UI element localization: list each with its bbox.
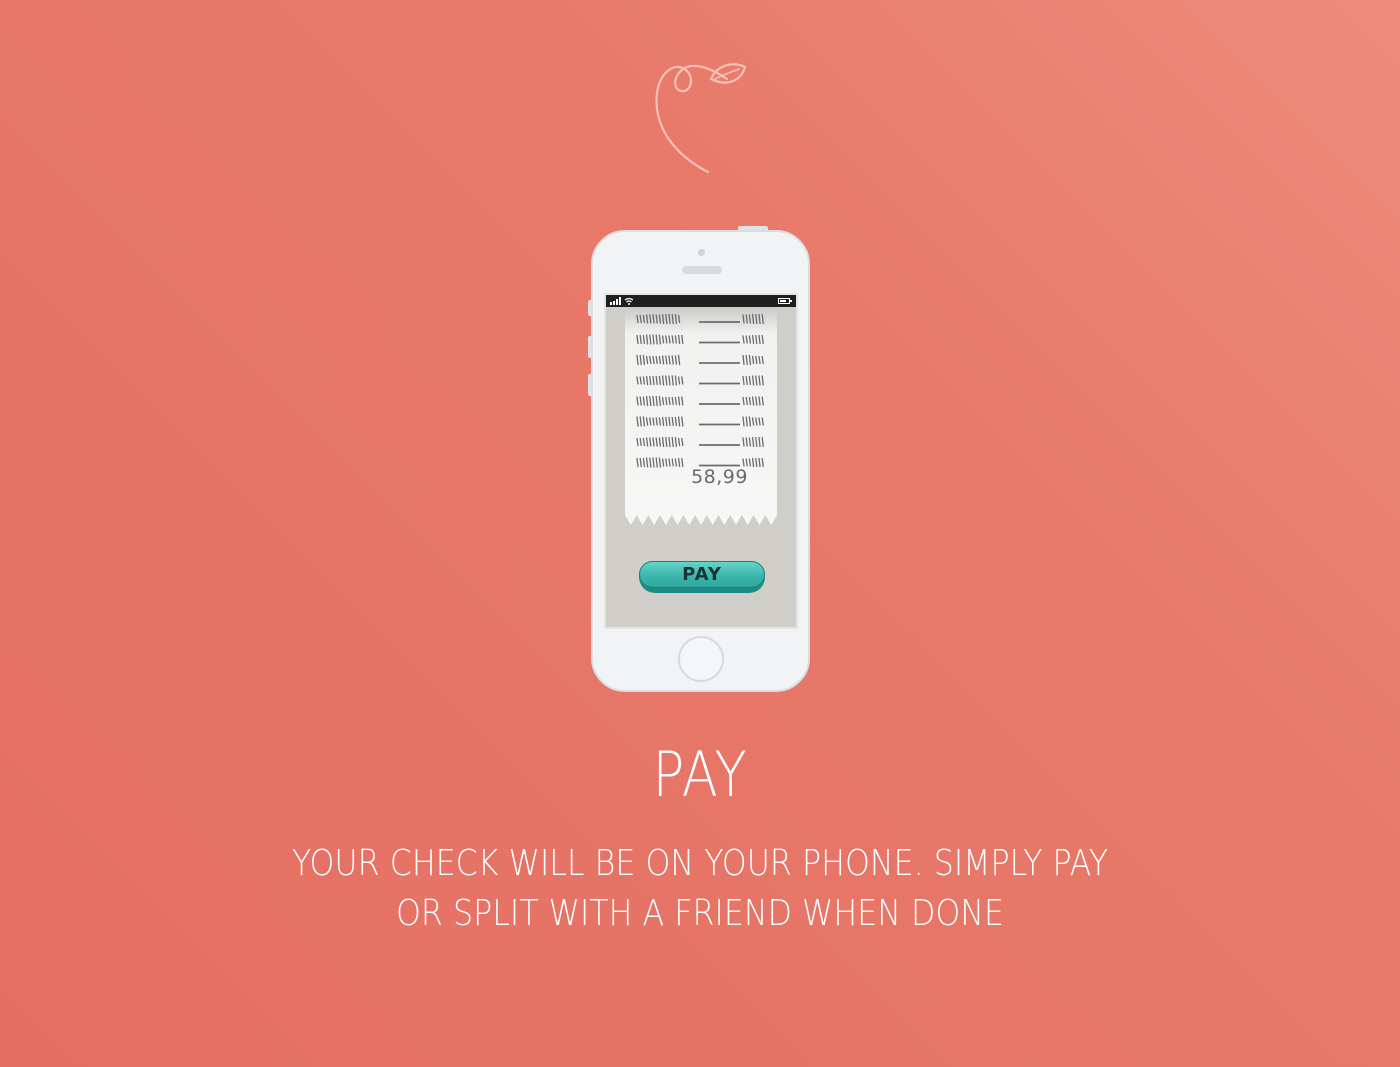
description-line-2: OR SPLIT WITH A FRIEND WHEN DONE	[395, 893, 1005, 934]
phone-screen: 58,99 PAY	[604, 293, 798, 629]
pay-button-label: PAY	[682, 564, 722, 585]
receipt-total: 58,99	[691, 466, 748, 488]
description-line-1: YOUR CHECK WILL BE ON YOUR PHONE. SIMPLY…	[291, 843, 1109, 884]
battery-icon	[778, 298, 792, 304]
status-bar	[606, 295, 796, 307]
leaf-sprout-icon	[655, 63, 747, 174]
pay-button[interactable]: PAY	[639, 561, 765, 593]
page-title: PAY	[652, 738, 748, 811]
phone-speaker	[682, 266, 722, 274]
phone-home-button[interactable]	[678, 636, 724, 682]
signal-wifi-icon	[610, 297, 634, 305]
phone-camera	[698, 249, 705, 256]
receipt-paper	[625, 307, 777, 525]
receipt	[625, 307, 777, 525]
